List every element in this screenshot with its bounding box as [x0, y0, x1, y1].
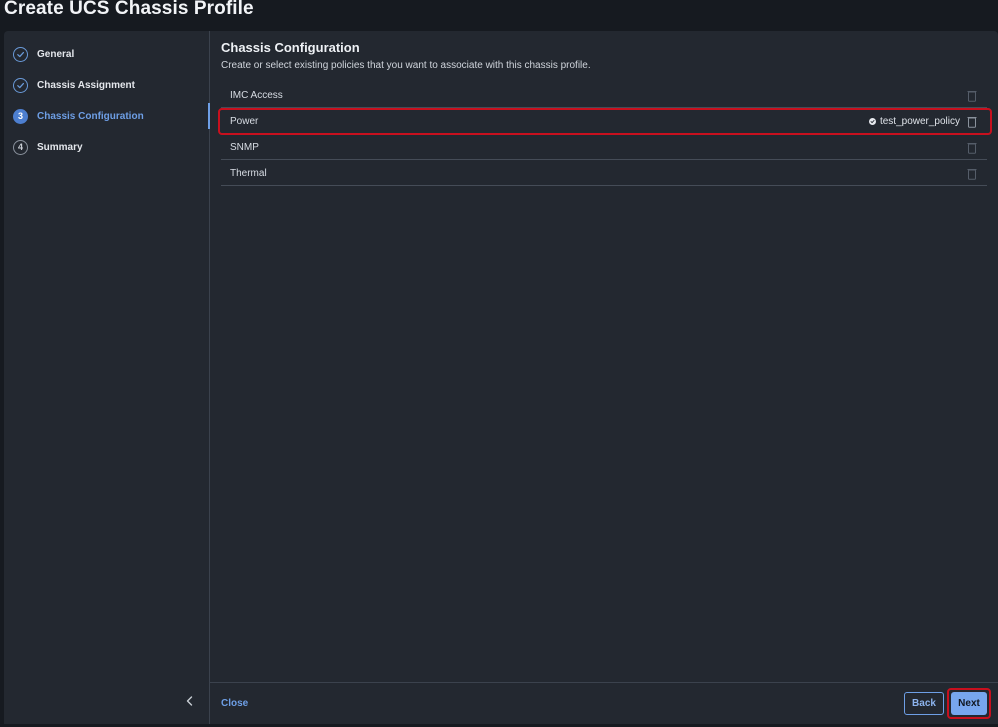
check-circle-icon	[13, 77, 28, 93]
trash-icon[interactable]	[967, 141, 977, 154]
policy-row-power[interactable]: Power test_power_policy	[221, 109, 987, 134]
selected-policy-name: test_power_policy	[879, 115, 960, 127]
step-label: Chassis Configuration	[37, 110, 144, 122]
step-general[interactable]: General	[13, 44, 74, 64]
trash-icon[interactable]	[967, 115, 977, 128]
check-icon	[868, 117, 876, 125]
policy-label: Thermal	[230, 167, 267, 179]
selected-policy[interactable]: test_power_policy	[868, 109, 960, 133]
step-chassis-configuration[interactable]: 3 Chassis Configuration	[13, 106, 144, 126]
wizard-footer: Close Back Next	[210, 682, 998, 724]
section-subtitle: Create or select existing policies that …	[221, 60, 591, 71]
policy-row-thermal[interactable]: Thermal	[221, 161, 987, 186]
page: Create UCS Chassis Profile General Chass…	[0, 0, 998, 727]
policy-label: IMC Access	[230, 89, 283, 101]
step-number: 4	[13, 139, 28, 155]
wizard-steps: General Chassis Assignment 3 Chassis Con…	[4, 31, 210, 724]
policy-label: SNMP	[230, 141, 259, 153]
step-summary[interactable]: 4 Summary	[13, 137, 83, 157]
step-number: 3	[13, 108, 28, 124]
step-label: Summary	[37, 141, 83, 153]
chevron-left-icon	[186, 696, 192, 706]
check-circle-icon	[13, 46, 28, 62]
main-content: Chassis Configuration Create or select e…	[210, 31, 998, 724]
step-chassis-assignment[interactable]: Chassis Assignment	[13, 75, 135, 95]
next-button[interactable]: Next	[951, 692, 987, 715]
step-label: Chassis Assignment	[37, 79, 135, 91]
wizard-panel: General Chassis Assignment 3 Chassis Con…	[4, 31, 998, 724]
collapse-sidebar-button[interactable]	[182, 694, 196, 708]
close-button[interactable]: Close	[221, 698, 248, 709]
step-label: General	[37, 48, 75, 60]
trash-icon[interactable]	[967, 89, 977, 102]
policy-row-snmp[interactable]: SNMP	[221, 135, 987, 160]
back-button[interactable]: Back	[904, 692, 944, 715]
trash-icon[interactable]	[967, 167, 977, 180]
section-title: Chassis Configuration	[221, 40, 360, 55]
policy-label: Power	[230, 115, 259, 127]
policy-row-imc-access[interactable]: IMC Access	[221, 83, 987, 108]
page-title: Create UCS Chassis Profile	[4, 0, 254, 19]
